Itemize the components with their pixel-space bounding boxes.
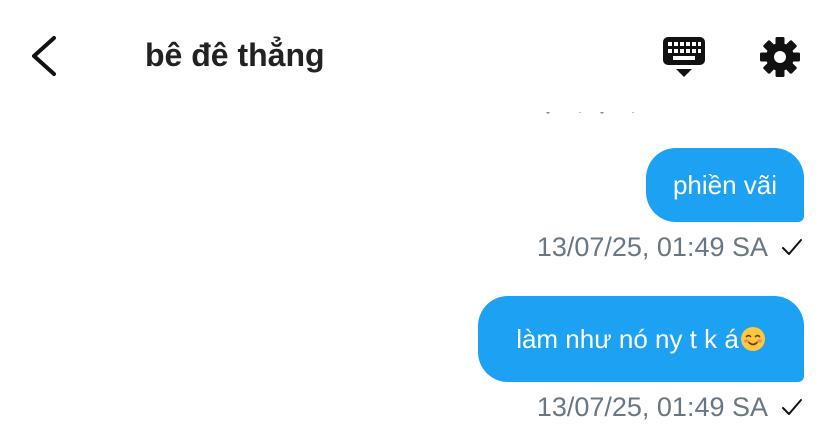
message-timestamp: 13/07/25, 01:49 SA: [536, 231, 768, 262]
keyboard-hide-icon: [663, 37, 705, 77]
message-meta: 13/07/25, 01:49 SA: [537, 390, 804, 424]
back-button[interactable]: [22, 30, 70, 82]
settings-button[interactable]: [756, 34, 804, 80]
chat-screen: bê đê thẳng phiền vãi 13/07/25, 01:49 SA…: [0, 0, 828, 427]
chevron-left-icon: [32, 36, 56, 76]
checkmark-icon: [782, 399, 802, 415]
message-bubble[interactable]: làm như nó ny t k á: [478, 296, 804, 382]
message-text: phiền vãi: [672, 170, 778, 200]
message-bubble[interactable]: phiền vãi: [646, 148, 804, 222]
chat-header: bê đê thẳng: [0, 0, 828, 112]
gear-icon: [760, 37, 800, 77]
message-meta: 13/07/25, 01:49 SA: [537, 230, 804, 264]
conversation-title: bê đê thẳng: [145, 37, 325, 73]
smiling-face-emoji: [740, 326, 766, 352]
message-list[interactable]: phiền vãi 13/07/25, 01:49 SA làm như nó …: [0, 112, 828, 427]
message-text: làm như nó ny t k á: [516, 324, 739, 354]
message-timestamp: 13/07/25, 01:49 SA: [536, 391, 768, 422]
keyboard-toggle-button[interactable]: [660, 34, 708, 80]
checkmark-icon: [782, 239, 802, 255]
